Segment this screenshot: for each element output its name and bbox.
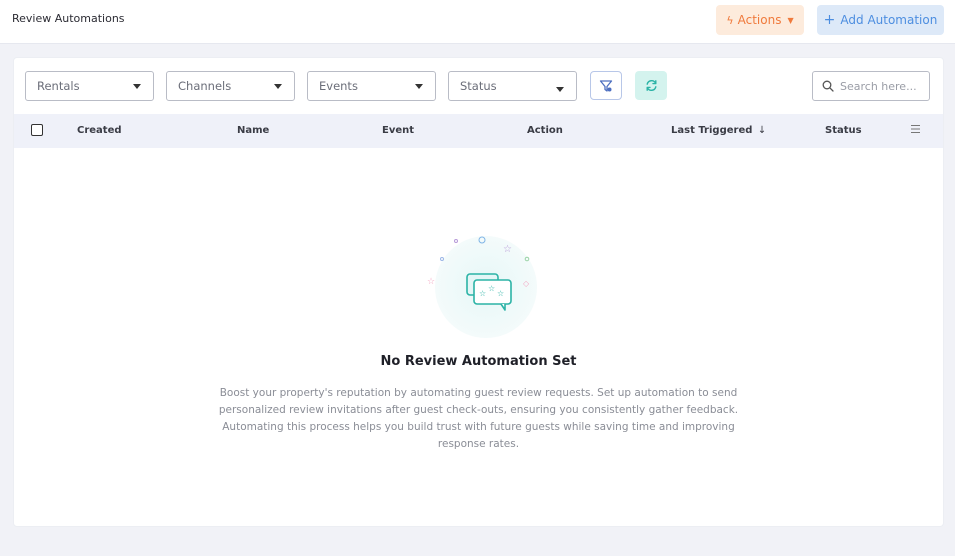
svg-text:☆: ☆	[479, 289, 486, 298]
chevron-down-icon	[274, 84, 282, 89]
svg-text:☆: ☆	[488, 284, 495, 293]
actions-button[interactable]: ϟ Actions ▼	[716, 5, 804, 35]
chevron-down-icon	[133, 84, 141, 89]
refresh-icon	[646, 80, 656, 91]
caret-down-icon: ▼	[787, 15, 794, 25]
svg-text:☆: ☆	[427, 277, 435, 287]
rentals-filter-label: Rentals	[37, 79, 80, 93]
column-event[interactable]: Event	[382, 125, 414, 136]
actions-label: Actions	[737, 13, 782, 27]
add-automation-button[interactable]: + Add Automation	[817, 5, 944, 35]
status-filter[interactable]: Status	[448, 71, 577, 101]
menu-icon[interactable]	[910, 124, 921, 134]
bolt-icon: ϟ	[726, 13, 734, 27]
select-all-checkbox[interactable]	[31, 124, 43, 136]
search-placeholder: Search here...	[840, 79, 917, 93]
column-last-triggered-label: Last Triggered	[671, 125, 753, 136]
events-filter[interactable]: Events	[307, 71, 436, 101]
channels-filter[interactable]: Channels	[166, 71, 295, 101]
rentals-filter[interactable]: Rentals	[25, 71, 154, 101]
top-bar: Review Automations ϟ Actions ▼ + Add Aut…	[0, 0, 955, 44]
arrow-down-icon: ↓	[757, 125, 767, 136]
table-header: Created Name Event Action Last Triggered…	[14, 114, 943, 148]
svg-text:☆: ☆	[503, 244, 512, 255]
status-filter-label: Status	[460, 79, 497, 93]
chevron-down-icon	[415, 84, 423, 89]
column-created[interactable]: Created	[77, 125, 122, 136]
column-status[interactable]: Status	[825, 125, 862, 136]
empty-state-description: Boost your property's reputation by auto…	[218, 387, 739, 450]
search-input[interactable]: Search here...	[812, 71, 930, 101]
filter-icon	[599, 79, 613, 92]
channels-filter-label: Channels	[178, 79, 232, 93]
svg-text:◇: ◇	[523, 279, 530, 288]
column-name[interactable]: Name	[237, 125, 269, 136]
svg-text:☆: ☆	[497, 289, 504, 298]
automations-card: Rentals Channels Events Status Search he	[13, 57, 944, 527]
empty-state-title: No Review Automation Set	[380, 354, 577, 369]
column-action[interactable]: Action	[527, 125, 563, 136]
plus-icon: +	[823, 12, 836, 28]
search-icon	[822, 80, 834, 92]
review-chat-icon: ☆ ☆ ◇ ☆ ☆ ☆	[427, 236, 537, 338]
refresh-button[interactable]	[635, 71, 667, 100]
filter-button[interactable]	[590, 71, 622, 100]
chevron-down-icon	[556, 87, 564, 92]
events-filter-label: Events	[319, 79, 358, 93]
column-last-triggered[interactable]: Last Triggered ↓	[671, 125, 766, 136]
add-automation-label: Add Automation	[840, 13, 938, 27]
page-title: Review Automations	[12, 12, 125, 25]
